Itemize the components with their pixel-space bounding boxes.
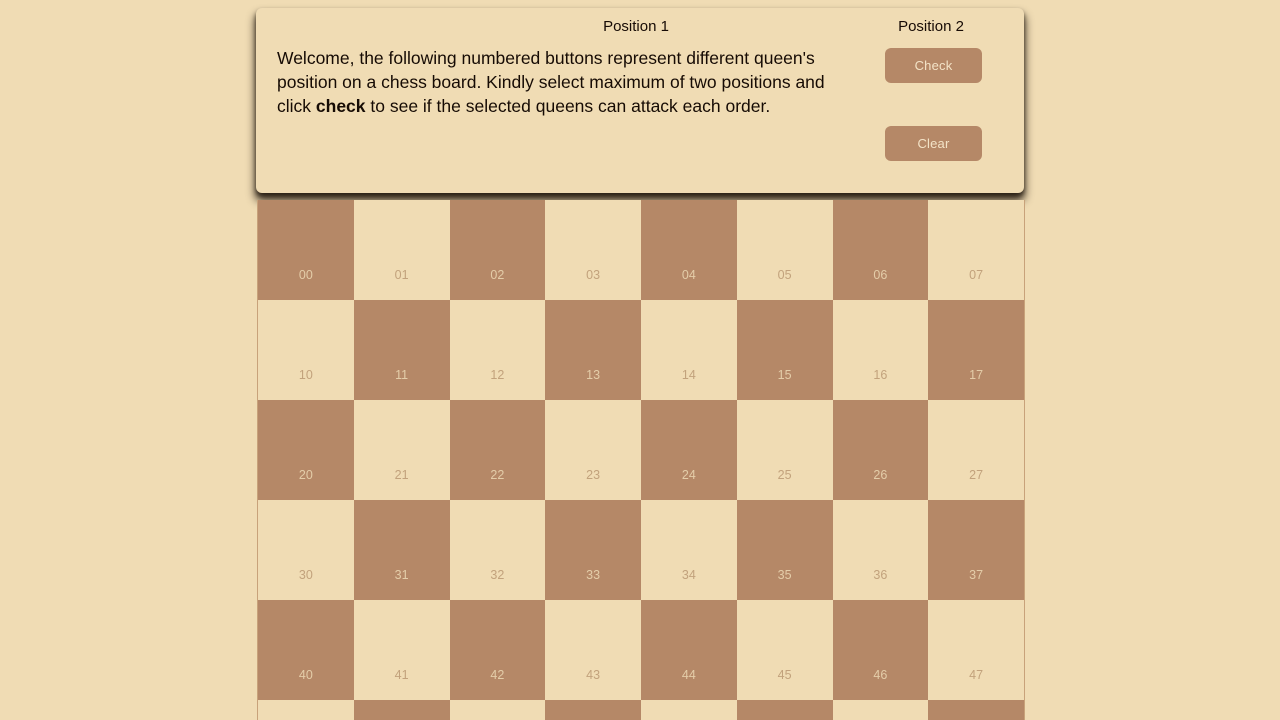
board-cell-44[interactable]: 44 (641, 600, 737, 700)
board-cell-31[interactable]: 31 (353, 500, 450, 600)
board-cell-05[interactable]: 05 (736, 200, 833, 300)
board-cell-label: 36 (873, 568, 888, 582)
board-cell-33[interactable]: 33 (545, 500, 641, 600)
board-cell-label: 15 (777, 368, 792, 382)
board-cell-13[interactable]: 13 (545, 300, 641, 400)
intro-text-after: to see if the selected queens can attack… (365, 96, 771, 116)
board-cell-12[interactable]: 12 (449, 300, 546, 400)
position-header: Position 1 Position 2 (256, 8, 1024, 40)
board-cell-23[interactable]: 23 (545, 400, 641, 500)
board-cell-24[interactable]: 24 (641, 400, 737, 500)
board-cell-11[interactable]: 11 (353, 300, 450, 400)
position-1-label: Position 1 (603, 18, 669, 35)
board-cell-label: 03 (586, 268, 601, 282)
board-cell-label: 25 (777, 468, 792, 482)
board-cell-label: 04 (681, 268, 696, 282)
chess-board: 00 01 02 03 04 05 06 07 10 11 12 13 14 15 16 17 20 21 22 23… (257, 200, 1025, 720)
board-cell-label: 12 (490, 368, 505, 382)
board-cell-42[interactable]: 42 (449, 600, 546, 700)
board-cell-16[interactable]: 16 (832, 300, 929, 400)
board-cell-34[interactable]: 34 (641, 500, 737, 600)
app-root: Position 1 Position 2 Welcome, the follo… (0, 0, 1280, 720)
board-cell-55[interactable]: 55 (736, 700, 833, 720)
board-cell-label: 41 (394, 668, 409, 682)
board-cell-label: 26 (873, 468, 888, 482)
board-cell-14[interactable]: 14 (641, 300, 737, 400)
intro-text: Welcome, the following numbered buttons … (277, 46, 857, 118)
board-cell-label: 16 (873, 368, 888, 382)
board-cell-label: 30 (298, 568, 313, 582)
board-cell-06[interactable]: 06 (832, 200, 929, 300)
board-cell-40[interactable]: 40 (258, 600, 354, 700)
board-cell-label: 06 (873, 268, 888, 282)
board-cell-label: 47 (969, 668, 984, 682)
board-cell-label: 43 (586, 668, 601, 682)
board-cell-00[interactable]: 00 (258, 200, 354, 300)
board-cell-01[interactable]: 01 (353, 200, 450, 300)
board-cell-54[interactable]: 54 (641, 700, 737, 720)
clear-button[interactable]: Clear (885, 126, 982, 161)
board-cell-45[interactable]: 45 (736, 600, 833, 700)
board-cell-label: 45 (777, 668, 792, 682)
board-cell-label: 44 (681, 668, 696, 682)
board-cell-27[interactable]: 27 (928, 400, 1024, 500)
board-cell-label: 46 (873, 668, 888, 682)
board-cell-10[interactable]: 10 (258, 300, 354, 400)
board-cell-47[interactable]: 47 (928, 600, 1024, 700)
board-cell-07[interactable]: 07 (928, 200, 1024, 300)
board-cell-41[interactable]: 41 (353, 600, 450, 700)
board-cell-label: 07 (969, 268, 984, 282)
board-cell-label: 37 (969, 568, 984, 582)
check-button[interactable]: Check (885, 48, 982, 83)
board-cell-20[interactable]: 20 (258, 400, 354, 500)
board-cell-02[interactable]: 02 (449, 200, 546, 300)
board-cell-label: 10 (298, 368, 313, 382)
board-cell-label: 21 (394, 468, 409, 482)
board-cell-26[interactable]: 26 (832, 400, 929, 500)
board-cell-03[interactable]: 03 (545, 200, 641, 300)
board-cell-30[interactable]: 30 (258, 500, 354, 600)
board-cell-51[interactable]: 51 (353, 700, 450, 720)
board-cell-label: 27 (969, 468, 984, 482)
board-cell-57[interactable]: 57 (928, 700, 1024, 720)
board-cell-label: 01 (394, 268, 409, 282)
board-cell-label: 35 (777, 568, 792, 582)
board-cell-label: 31 (394, 568, 409, 582)
info-card: Position 1 Position 2 Welcome, the follo… (256, 8, 1024, 193)
board-cell-53[interactable]: 53 (545, 700, 641, 720)
board-cell-04[interactable]: 04 (641, 200, 737, 300)
board-cell-25[interactable]: 25 (736, 400, 833, 500)
board-cell-label: 00 (298, 268, 313, 282)
board-cell-label: 11 (395, 368, 409, 382)
board-cell-36[interactable]: 36 (832, 500, 929, 600)
board-cell-label: 22 (490, 468, 505, 482)
board-cell-label: 13 (586, 368, 601, 382)
board-cell-21[interactable]: 21 (353, 400, 450, 500)
board-cell-37[interactable]: 37 (928, 500, 1024, 600)
board-cell-56[interactable]: 56 (832, 700, 929, 720)
board-cell-46[interactable]: 46 (832, 600, 929, 700)
board-cell-22[interactable]: 22 (449, 400, 546, 500)
board-cell-50[interactable]: 50 (258, 700, 354, 720)
board-cell-label: 24 (681, 468, 696, 482)
board-cell-52[interactable]: 52 (449, 700, 546, 720)
position-2-label: Position 2 (898, 18, 964, 35)
board-cell-label: 02 (490, 268, 505, 282)
board-cell-label: 42 (490, 668, 505, 682)
board-cell-label: 14 (681, 368, 696, 382)
board-cell-label: 05 (777, 268, 792, 282)
board-cell-32[interactable]: 32 (449, 500, 546, 600)
board-cell-label: 32 (490, 568, 505, 582)
board-cell-label: 23 (586, 468, 601, 482)
board-cell-label: 34 (681, 568, 696, 582)
board-cell-17[interactable]: 17 (928, 300, 1024, 400)
board-cell-35[interactable]: 35 (736, 500, 833, 600)
board-cell-label: 20 (298, 468, 313, 482)
intro-text-bold: check (315, 96, 366, 116)
board-cell-label: 33 (586, 568, 601, 582)
board-cell-label: 40 (298, 668, 313, 682)
board-cell-43[interactable]: 43 (545, 600, 641, 700)
board-cell-label: 17 (969, 368, 984, 382)
board-cell-15[interactable]: 15 (736, 300, 833, 400)
